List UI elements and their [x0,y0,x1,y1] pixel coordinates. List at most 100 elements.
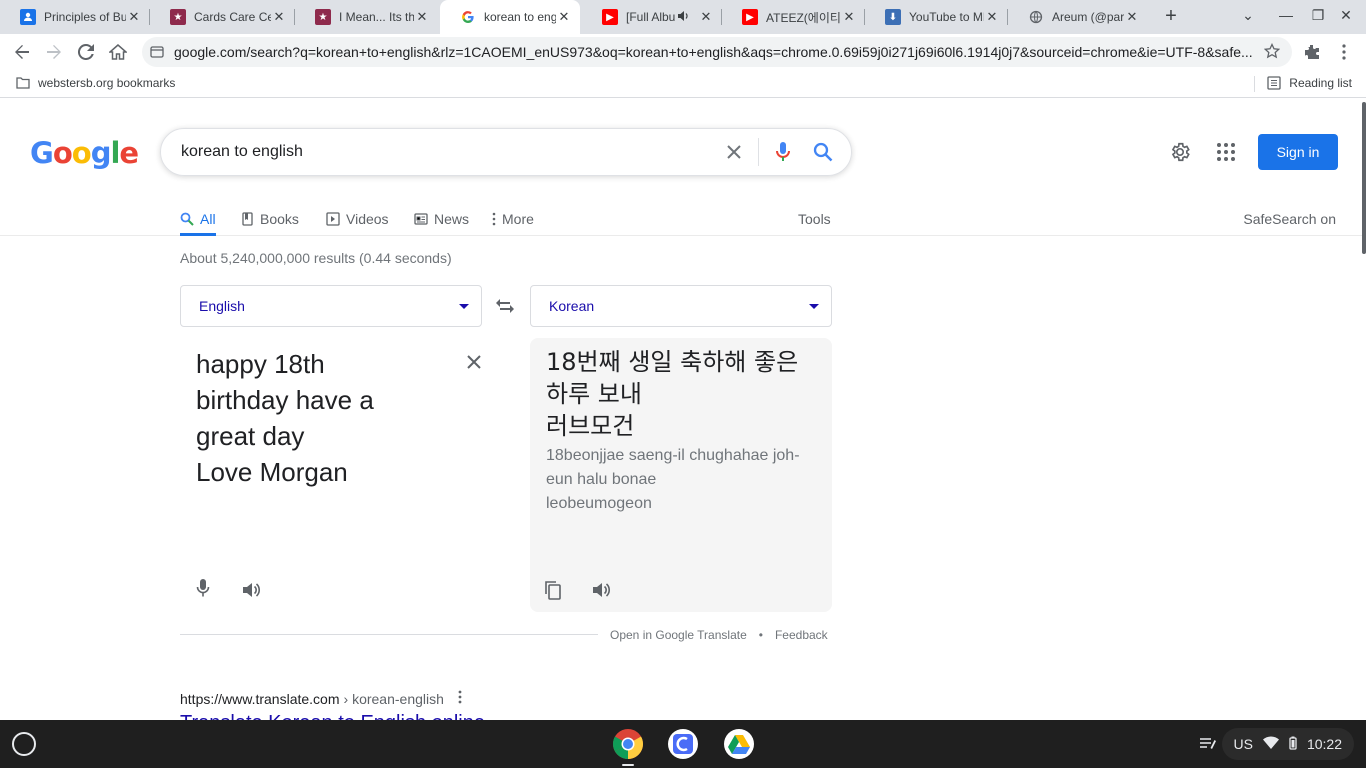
reading-list-button[interactable]: Reading list [1267,76,1352,90]
tab-ateez[interactable]: ▶ ATEEZ(에이티즈 ✕ [722,0,865,34]
more-options-icon[interactable] [458,690,462,707]
globe-icon [1028,9,1044,25]
video-icon [326,212,340,226]
microphone-icon[interactable] [763,132,803,172]
close-icon[interactable]: ✕ [984,9,1000,25]
search-input[interactable]: korean to english [181,143,714,161]
google-drive-icon[interactable] [723,728,755,760]
tab-videos[interactable]: Videos [326,204,389,234]
tab-more[interactable]: More [492,204,534,234]
home-icon[interactable] [106,40,130,64]
dropdown-caret-icon [459,304,469,309]
target-text-pane: 18번째 생일 축하해 좋은 하루 보내 러브모건 18beonjjae sae… [530,338,832,612]
tools-button[interactable]: Tools [798,204,831,234]
tab-cards-care[interactable]: ★ Cards Care Cen ✕ [150,0,295,34]
menu-icon[interactable] [1332,40,1356,64]
tab-youtube-to-mp[interactable]: ⬇ YouTube to MP ✕ [865,0,1008,34]
source-language-select[interactable]: English [180,285,482,327]
translated-text: 18번째 생일 축하해 좋은 하루 보내 러브모건 [546,348,799,440]
clear-source-icon[interactable] [462,350,486,374]
close-icon[interactable]: ✕ [556,9,572,25]
result-url[interactable]: https://www.translate.com › korean-engli… [180,690,462,707]
folder-icon [16,77,30,89]
address-bar[interactable]: google.com/search?q=korean+to+english&rl… [142,37,1292,67]
tab-strip: Principles of Bu ✕ ★ Cards Care Cen ✕ ★ … [0,0,1366,34]
tab-korean-to-english[interactable]: korean to engl ✕ [440,0,580,34]
clear-icon[interactable] [714,132,754,172]
source-text-pane[interactable]: happy 18th birthday have a great day Lov… [180,338,500,610]
reload-icon[interactable] [74,40,98,64]
google-logo[interactable]: Google [30,136,139,170]
search-nav-tabs: All Books Videos News More Tools SafeSea… [0,202,1366,236]
settings-gear-icon[interactable] [1168,140,1192,164]
swap-languages-icon[interactable] [492,294,518,318]
microphone-icon[interactable] [191,576,215,600]
tab-news[interactable]: News [414,204,469,234]
download-icon: ⬇ [885,9,901,25]
contact-icon [20,9,36,25]
cursive-app-icon[interactable] [667,728,699,760]
copy-icon[interactable] [541,578,565,602]
search-icon[interactable] [803,132,843,172]
divider [180,634,598,635]
open-in-translate-link[interactable]: Open in Google Translate [610,628,747,642]
news-icon [414,213,428,225]
system-tray[interactable]: US 10:22 [1221,728,1354,760]
tab-search-icon[interactable]: ⌄ [1238,7,1258,24]
tab-all[interactable]: All [180,204,216,236]
result-title-link[interactable]: Translate Korean to English online [180,712,485,720]
forward-icon[interactable] [42,40,66,64]
close-icon[interactable]: ✕ [126,9,142,25]
translate-footer: Open in Google Translate • Feedback [610,628,828,642]
close-icon[interactable]: ✕ [414,9,430,25]
feedback-link[interactable]: Feedback [775,628,828,642]
bookmarks-bar: webstersb.org bookmarks Reading list [0,70,1366,98]
os-shelf: US 10:22 [0,720,1366,768]
reading-list-icon [1267,76,1281,90]
clock: 10:22 [1306,736,1342,752]
new-tab-button[interactable]: + [1160,6,1182,28]
page-scrollbar[interactable] [1362,102,1366,254]
close-window-icon[interactable]: ✕ [1336,7,1356,24]
result-stats: About 5,240,000,000 results (0.44 second… [180,250,452,266]
source-text[interactable]: happy 18th birthday have a great day Lov… [196,346,436,490]
chrome-app-icon[interactable] [612,728,644,760]
close-icon[interactable]: ✕ [841,9,857,25]
tab-principles[interactable]: Principles of Bu ✕ [0,0,150,34]
speaker-icon[interactable] [239,578,263,602]
close-icon[interactable]: ✕ [698,9,714,25]
close-icon[interactable]: ✕ [1124,9,1140,25]
tab-areum[interactable]: Areum (@park ✕ [1008,0,1148,34]
search-results-page: Google korean to english Sign in All Boo… [0,102,1366,720]
sign-in-button[interactable]: Sign in [1258,134,1338,170]
bookmark-star-icon[interactable] [1263,42,1281,64]
keyboard-locale: US [1233,736,1253,752]
avatar-icon: ★ [315,9,331,25]
stylus-tools-icon[interactable] [1196,732,1220,756]
speaker-icon[interactable] [676,9,690,26]
apps-grid-icon[interactable] [1214,140,1238,164]
extensions-icon[interactable] [1300,40,1324,64]
book-icon [242,212,253,226]
restore-icon[interactable]: ❐ [1308,7,1328,24]
speaker-icon[interactable] [589,578,613,602]
romanization-text: 18beonjjae saeng-il chughahae joh- eun h… [546,447,800,512]
search-box[interactable]: korean to english [160,128,852,176]
url-text: google.com/search?q=korean+to+english&rl… [174,44,1253,60]
close-icon[interactable]: ✕ [271,9,287,25]
active-app-indicator [622,764,634,766]
launcher-icon[interactable] [12,732,36,756]
safesearch-label[interactable]: SafeSearch on [1243,204,1336,234]
tab-i-mean[interactable]: ★ I Mean... Its the ✕ [295,0,438,34]
back-icon[interactable] [10,40,34,64]
battery-icon [1289,736,1297,753]
target-language-select[interactable]: Korean [530,285,832,327]
minimize-icon[interactable]: — [1276,7,1296,23]
search-icon [180,212,194,226]
tab-full-album[interactable]: ▶ [Full Album ✕ [582,0,722,34]
bookmark-folder[interactable]: webstersb.org bookmarks [16,76,175,90]
tab-books[interactable]: Books [242,204,299,234]
youtube-icon: ▶ [602,9,618,25]
google-icon [460,9,476,25]
site-info-icon[interactable] [150,44,166,60]
